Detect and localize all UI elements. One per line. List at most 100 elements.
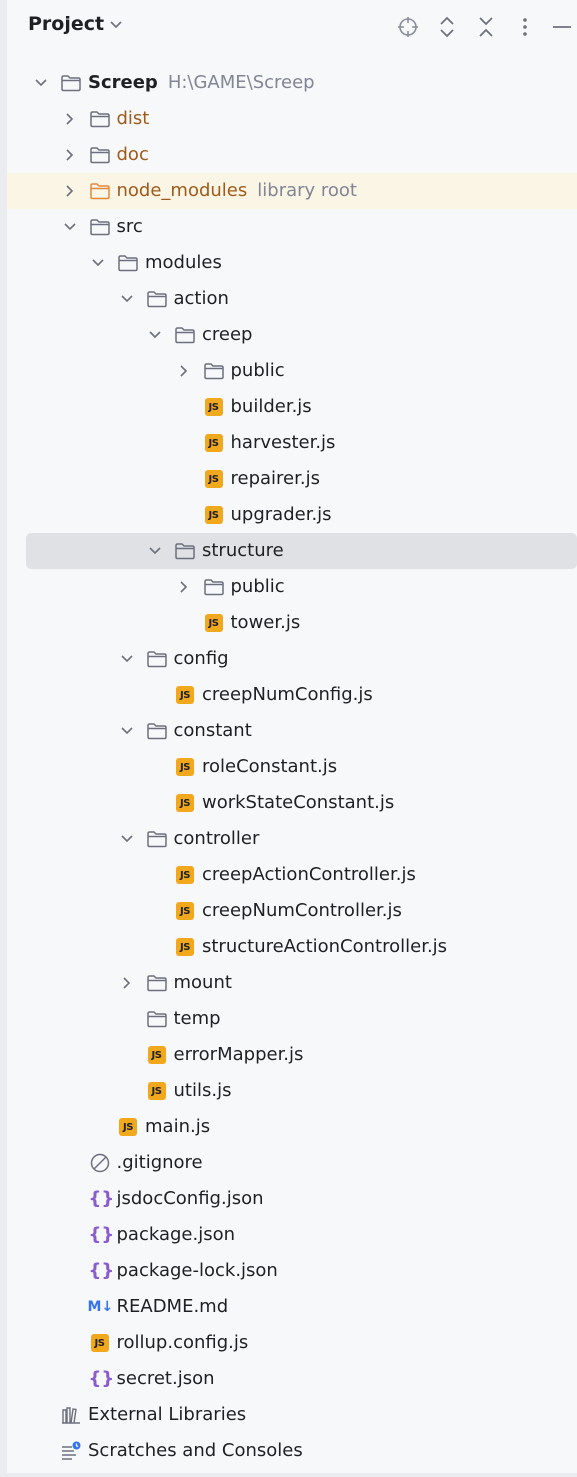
- tree-node-text: External Libraries: [88, 1404, 246, 1426]
- tree-node-harvester-js[interactable]: JS harvester.js: [7, 425, 577, 461]
- tree-node-text: builder.js: [231, 396, 312, 418]
- javascript-file-icon: JS: [204, 506, 223, 524]
- tree-node-main-js[interactable]: JS main.js: [7, 1109, 577, 1145]
- chevron-right-icon[interactable]: [119, 975, 135, 991]
- collapse-all-icon[interactable]: [473, 14, 499, 40]
- folder-icon: [146, 1008, 168, 1030]
- javascript-file-icon: JS: [176, 758, 194, 776]
- tree-node-jsdocconfig-json[interactable]: {} jsdocConfig.json: [7, 1181, 577, 1217]
- chevron-down-icon[interactable]: [119, 723, 135, 739]
- chevron-down-icon[interactable]: [62, 219, 78, 235]
- locate-icon[interactable]: [395, 14, 421, 40]
- tree-node-label: dist: [116, 108, 150, 129]
- tree-node-creepnumcontroller-js[interactable]: JS creepNumController.js: [7, 893, 577, 929]
- tree-node-text: structure: [202, 540, 284, 562]
- chevron-down-icon[interactable]: [109, 20, 123, 30]
- tree-node-upgrader-js[interactable]: JS upgrader.js: [7, 497, 577, 533]
- project-tool-window: Project Screep H:\GAME\Screep dist doc node_…: [7, 0, 577, 1477]
- tree-node-structure-public[interactable]: public: [7, 569, 577, 605]
- tree-node-text: Screep H:\GAME\Screep: [88, 72, 315, 94]
- tree-node-utils-js[interactable]: JS utils.js: [7, 1073, 577, 1109]
- tree-node-label: README.md: [116, 1296, 229, 1317]
- tree-node-dist[interactable]: dist: [7, 101, 577, 137]
- tree-node-label: config: [173, 648, 229, 669]
- tree-node-src[interactable]: src: [7, 209, 577, 245]
- tree-node-scratches[interactable]: Scratches and Consoles: [7, 1433, 577, 1469]
- tree-node-roleconstant-js[interactable]: JS roleConstant.js: [7, 749, 577, 785]
- chevron-right-icon[interactable]: [176, 579, 192, 595]
- tree-node-label: src: [116, 216, 143, 237]
- chevron-down-icon[interactable]: [33, 75, 49, 91]
- tree-node-errormapper-js[interactable]: JS errorMapper.js: [7, 1037, 577, 1073]
- tree-node-text: repairer.js: [231, 468, 320, 490]
- tree-node-label: package.json: [116, 1224, 236, 1245]
- tree-node-label: repairer.js: [230, 468, 320, 489]
- expand-collapse-icon[interactable]: [434, 14, 460, 40]
- tree-node-repairer-js[interactable]: JS repairer.js: [7, 461, 577, 497]
- chevron-down-icon[interactable]: [147, 543, 163, 559]
- library-icon: [60, 1404, 82, 1426]
- tree-node-doc[interactable]: doc: [7, 137, 577, 173]
- markdown-file-icon: M↓: [87, 1299, 114, 1315]
- tree-node-screep[interactable]: Screep H:\GAME\Screep: [7, 65, 577, 101]
- json-file-icon: {}: [88, 1368, 115, 1389]
- chevron-right-icon[interactable]: [176, 363, 192, 379]
- tree-node-temp[interactable]: temp: [7, 1001, 577, 1037]
- tree-node-creep[interactable]: creep: [7, 317, 577, 353]
- tree-node-secret-json[interactable]: {} secret.json: [7, 1361, 577, 1397]
- javascript-file-icon: JS: [147, 1046, 166, 1064]
- tree-node-workstateconstant-js[interactable]: JS workStateConstant.js: [7, 785, 577, 821]
- tree-node-package-lock-json[interactable]: {} package-lock.json: [7, 1253, 577, 1289]
- tree-node-creepactioncontroller-js[interactable]: JS creepActionController.js: [7, 857, 577, 893]
- tree-node-label: workStateConstant.js: [202, 792, 395, 813]
- tree-node-gitignore[interactable]: .gitignore: [7, 1145, 577, 1181]
- tree-node-builder-js[interactable]: JS builder.js: [7, 389, 577, 425]
- tree-node-tower-js[interactable]: JS tower.js: [7, 605, 577, 641]
- panel-title[interactable]: Project: [28, 13, 104, 35]
- tree-node-external-libraries[interactable]: External Libraries: [7, 1397, 577, 1433]
- json-file-icon: {}: [88, 1188, 115, 1209]
- chevron-right-icon[interactable]: [62, 147, 78, 163]
- tree-node-label: public: [230, 576, 285, 597]
- project-header: Project: [7, 0, 577, 54]
- tree-node-label: secret.json: [116, 1368, 215, 1389]
- project-path: H:\GAME\Screep: [167, 72, 315, 93]
- tree-node-package-json[interactable]: {} package.json: [7, 1217, 577, 1253]
- chevron-down-icon[interactable]: [119, 651, 135, 667]
- tree-node-label: node_modules: [116, 180, 248, 201]
- tree-node-config[interactable]: config: [7, 641, 577, 677]
- tree-node-node-modules[interactable]: node_modules library root: [7, 173, 577, 209]
- chevron-right-icon[interactable]: [62, 183, 78, 199]
- tree-node-modules[interactable]: modules: [7, 245, 577, 281]
- tree-node-constant[interactable]: constant: [7, 713, 577, 749]
- tree-node-text: workStateConstant.js: [202, 792, 394, 814]
- tree-node-structure[interactable]: structure: [26, 533, 577, 569]
- javascript-file-icon: JS: [119, 1118, 137, 1136]
- tree-node-readme-md[interactable]: M↓ README.md: [7, 1289, 577, 1325]
- more-icon[interactable]: [512, 14, 538, 40]
- tree-node-rollup-config-js[interactable]: JS rollup.config.js: [7, 1325, 577, 1361]
- tree-node-creep-public[interactable]: public: [7, 353, 577, 389]
- tree-node-label: errorMapper.js: [173, 1044, 304, 1065]
- json-file-icon: {}: [88, 1260, 115, 1281]
- tree-node-creepnumconfig-js[interactable]: JS creepNumConfig.js: [7, 677, 577, 713]
- tree-node-text: creepActionController.js: [202, 864, 416, 886]
- chevron-down-icon[interactable]: [119, 831, 135, 847]
- minimize-icon[interactable]: [549, 14, 575, 40]
- tree-node-label: External Libraries: [88, 1404, 247, 1425]
- tree-node-text: Scratches and Consoles: [88, 1440, 303, 1462]
- tree-node-text: creepNumController.js: [202, 900, 402, 922]
- tree-node-text: secret.json: [117, 1368, 215, 1390]
- chevron-down-icon[interactable]: [147, 327, 163, 343]
- chevron-down-icon[interactable]: [90, 255, 106, 271]
- tree-node-label: public: [230, 360, 285, 381]
- tree-node-action[interactable]: action: [7, 281, 577, 317]
- tree-node-controller[interactable]: controller: [7, 821, 577, 857]
- chevron-down-icon[interactable]: [119, 291, 135, 307]
- folder-icon: [203, 576, 225, 598]
- folder-icon: [146, 828, 168, 850]
- tree-node-mount[interactable]: mount: [7, 965, 577, 1001]
- tree-node-text: modules: [145, 252, 222, 274]
- tree-node-structureactioncontroller-js[interactable]: JS structureActionController.js: [7, 929, 577, 965]
- chevron-right-icon[interactable]: [62, 111, 78, 127]
